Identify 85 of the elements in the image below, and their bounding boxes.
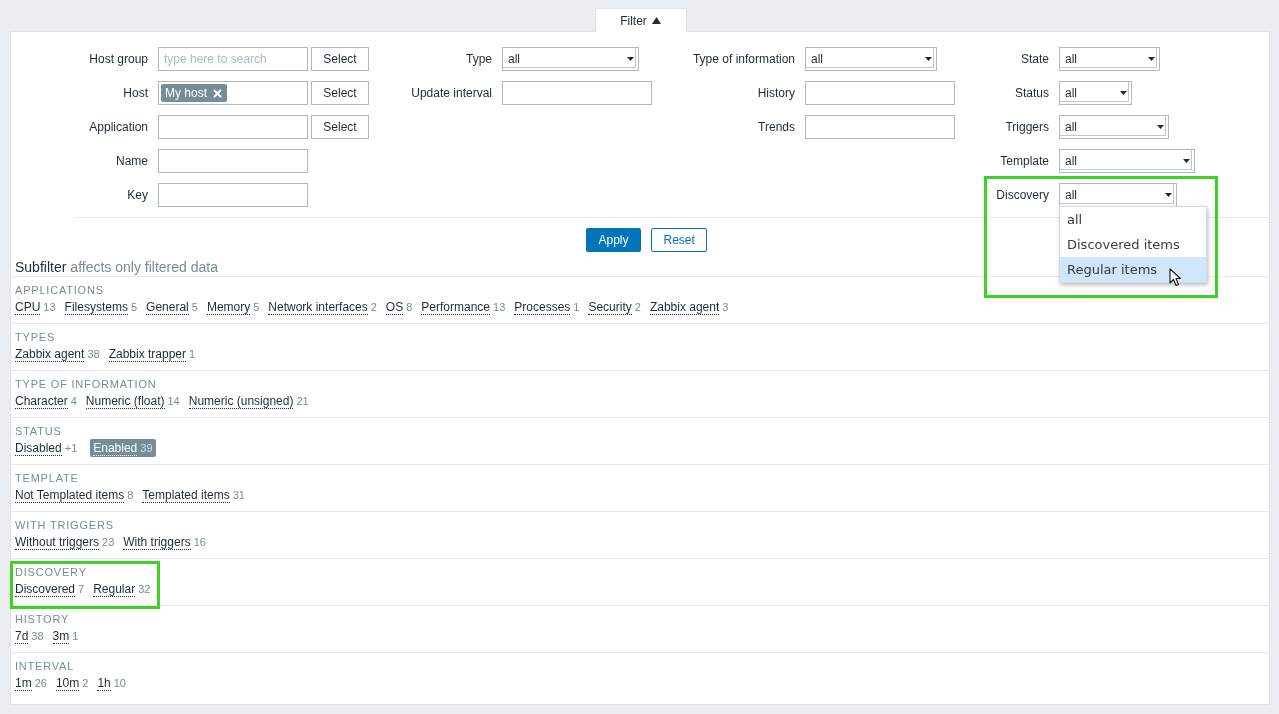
dropdown-option[interactable]: Regular items xyxy=(1060,257,1206,282)
subfilter-link[interactable]: Zabbix trapper 1 xyxy=(108,345,196,363)
field-label: Update interval xyxy=(410,86,492,100)
subfilter-link[interactable]: With triggers 16 xyxy=(123,533,206,551)
caret-icon xyxy=(1120,91,1127,95)
section-header: TYPES xyxy=(15,330,57,344)
field-label: Triggers xyxy=(1004,120,1049,134)
dropdown-option[interactable]: Discovered items xyxy=(1060,232,1206,257)
field-label: Type of information xyxy=(691,52,795,66)
field-label: Application xyxy=(88,120,148,134)
subfilter-link[interactable]: Filesystems 5 xyxy=(64,298,138,316)
caret-icon xyxy=(627,57,634,61)
field-label: Host group xyxy=(88,52,148,66)
section-header: APPLICATIONS xyxy=(15,283,105,297)
subfilter-link[interactable]: Disabled +1 xyxy=(15,439,78,457)
subfilter-link[interactable]: Performance 13 xyxy=(421,298,506,316)
section-header: DISCOVERY xyxy=(15,565,88,579)
subfilter-link[interactable]: Memory 5 xyxy=(206,298,260,316)
subfilter-link[interactable]: Discovered 7 xyxy=(15,580,85,598)
filter-tab[interactable]: Filter xyxy=(594,8,687,32)
field-label: Template xyxy=(999,154,1049,168)
caret-icon xyxy=(1148,57,1155,61)
select-field[interactable]: all xyxy=(1059,183,1177,207)
apply-button[interactable]: Apply xyxy=(585,228,641,252)
section-header: TEMPLATE xyxy=(15,471,80,485)
dropdown-option[interactable]: all xyxy=(1060,207,1206,232)
subfilter-link[interactable]: OS 8 xyxy=(385,298,413,316)
subfilter-link[interactable]: Numeric (float) 14 xyxy=(85,392,180,410)
field-label: Trends xyxy=(757,120,795,134)
caret-icon xyxy=(1157,125,1164,129)
subfilter-link[interactable]: 1m 26 xyxy=(15,674,47,692)
subfilter-link[interactable]: Zabbix agent 38 xyxy=(15,345,100,363)
select-field[interactable]: all xyxy=(1059,115,1169,139)
text-field[interactable] xyxy=(158,149,308,173)
close-icon xyxy=(213,88,222,98)
caret-icon xyxy=(1165,193,1172,197)
field-label: Type xyxy=(465,52,492,66)
subfilter-link[interactable]: Security 2 xyxy=(588,298,641,316)
text-field[interactable] xyxy=(502,81,652,105)
section-header: INTERVAL xyxy=(15,659,76,673)
subfilter-link[interactable]: Regular 32 xyxy=(93,580,151,598)
section-header: WITH TRIGGERS xyxy=(15,518,115,532)
subfilter-link[interactable]: 10m 2 xyxy=(55,674,89,692)
caret-icon xyxy=(1183,159,1190,163)
subfilter-note: affects only filtered data xyxy=(70,259,218,275)
subfilter-link[interactable]: Character 4 xyxy=(15,392,77,410)
text-field[interactable] xyxy=(158,183,308,207)
select-field[interactable]: all xyxy=(1059,47,1160,71)
select-button[interactable]: Select xyxy=(311,81,369,105)
subfilter-link[interactable]: CPU 13 xyxy=(15,298,56,316)
text-field[interactable] xyxy=(805,115,955,139)
subfilter-link[interactable]: Zabbix agent 3 xyxy=(649,298,729,316)
caret-icon xyxy=(925,57,932,61)
subfilter-link[interactable]: Processes 1 xyxy=(514,298,580,316)
subfilter-link[interactable]: Without triggers 23 xyxy=(15,533,115,551)
text-field[interactable] xyxy=(158,115,308,139)
subfilter-link[interactable]: 7d 38 xyxy=(15,627,44,645)
subfilter-link[interactable]: Not Templated items 8 xyxy=(15,486,134,504)
subfilter-link[interactable]: Network interfaces 2 xyxy=(268,298,377,316)
field-label: Host xyxy=(122,86,148,100)
subfilter-link[interactable]: 3m 1 xyxy=(52,627,79,645)
section-header: TYPE OF INFORMATION xyxy=(15,377,158,391)
section-header: STATUS xyxy=(15,424,63,438)
field-label: State xyxy=(1019,52,1049,66)
text-field[interactable] xyxy=(805,81,955,105)
arrow-up-icon xyxy=(651,17,661,24)
subfilter-link[interactable]: General 5 xyxy=(146,298,198,316)
multiselect-field[interactable]: type here to search xyxy=(158,47,308,71)
field-label: Discovery xyxy=(995,188,1049,202)
field-label: Name xyxy=(115,154,148,168)
select-field[interactable]: all xyxy=(805,47,937,71)
field-label: Status xyxy=(1013,86,1049,100)
subfilter-link[interactable]: 1h 10 xyxy=(97,674,126,692)
select-field[interactable]: all xyxy=(502,47,639,71)
subfilter-link[interactable]: Numeric (unsigned) 21 xyxy=(188,392,309,410)
field-label: Key xyxy=(126,188,148,202)
select-button[interactable]: Select xyxy=(311,115,369,139)
subfilter-title: Subfilter xyxy=(15,259,67,275)
select-field[interactable]: all xyxy=(1059,149,1195,173)
field-label: History xyxy=(756,86,795,100)
select-field[interactable]: all xyxy=(1059,81,1132,105)
subfilter-link[interactable]: Templated items 31 xyxy=(142,486,245,504)
select-button[interactable]: Select xyxy=(311,47,369,71)
section-header: HISTORY xyxy=(15,612,71,626)
reset-button[interactable]: Reset xyxy=(650,228,707,252)
